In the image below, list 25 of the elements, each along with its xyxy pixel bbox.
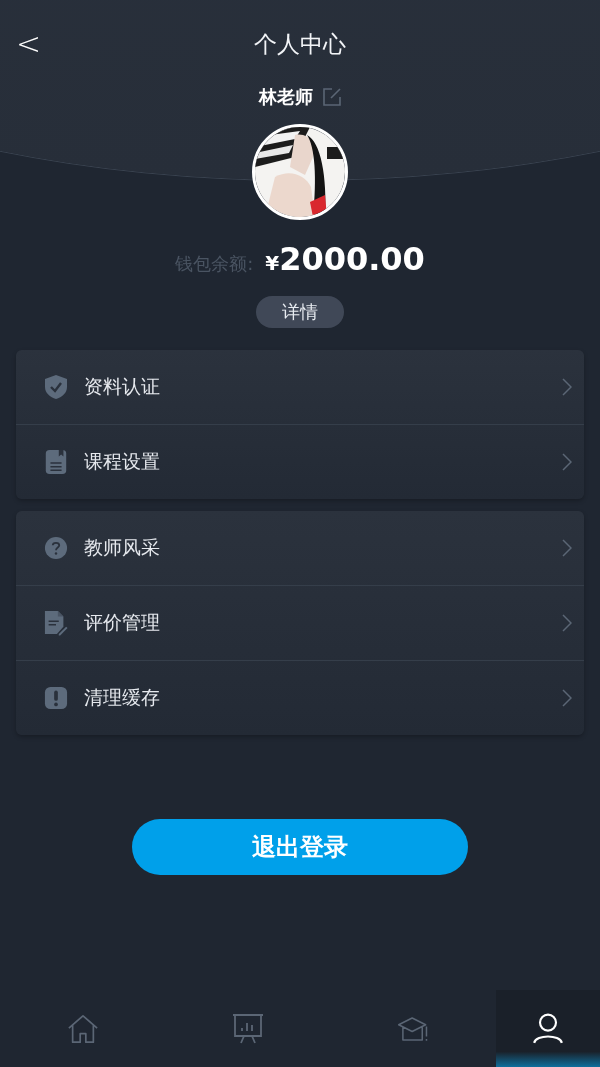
back-button[interactable]: < <box>10 24 48 64</box>
user-icon <box>532 1012 564 1045</box>
presentation-chart-icon <box>232 1012 264 1045</box>
page-title: 个人中心 <box>254 29 346 59</box>
edit-icon[interactable] <box>323 88 341 106</box>
document-icon <box>44 449 68 475</box>
document-edit-icon <box>44 610 68 636</box>
alert-icon <box>44 685 68 711</box>
menu-item[interactable]: 教师风采 <box>16 511 584 585</box>
details-button[interactable]: 详情 <box>256 296 344 328</box>
balance-amount: ¥2000.00 <box>265 240 425 278</box>
question-icon <box>44 535 68 561</box>
menu-item[interactable]: 评价管理 <box>16 585 584 660</box>
menu-item[interactable]: 清理缓存 <box>16 660 584 735</box>
tab-bar-item[interactable] <box>496 990 600 1067</box>
user-name: 林老师 <box>259 85 313 109</box>
chevron-icon <box>562 539 572 557</box>
chevron-icon <box>562 378 572 396</box>
home-icon <box>66 1012 99 1045</box>
menu-item[interactable]: 资料认证 <box>16 350 584 424</box>
menu-item[interactable]: 课程设置 <box>16 424 584 499</box>
chevron-icon <box>562 614 572 632</box>
shield-check-icon <box>44 374 68 400</box>
chevron-icon <box>562 689 572 707</box>
chevron-icon <box>562 453 572 471</box>
